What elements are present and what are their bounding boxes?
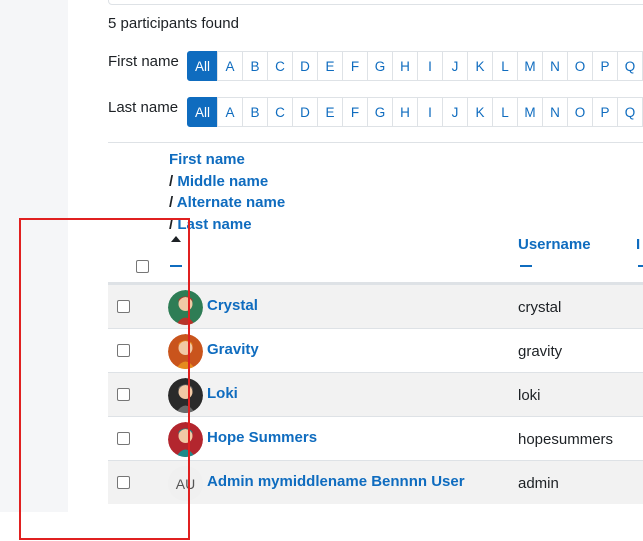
first-name-filter: First name All A B C D E F G H I J K L M N O P Q (108, 51, 643, 81)
participant-name-link[interactable]: Crystal (207, 297, 258, 314)
first-name-letter-c[interactable]: C (267, 51, 293, 81)
participant-username: hopesummers (518, 431, 614, 448)
last-name-letter-bar: All A B C D E F G H I J K L M N O P Q (187, 97, 643, 127)
first-name-letter-f[interactable]: F (342, 51, 368, 81)
last-name-letter-b[interactable]: B (242, 97, 268, 127)
first-name-letter-bar: All A B C D E F G H I J K L M N O P Q (187, 51, 643, 81)
first-name-letter-a[interactable]: A (217, 51, 243, 81)
last-name-letter-all[interactable]: All (187, 97, 218, 127)
hide-next-column-icon[interactable] (638, 265, 643, 267)
first-name-letter-j[interactable]: J (442, 51, 468, 81)
first-name-letter-o[interactable]: O (567, 51, 593, 81)
table-top-divider (108, 142, 643, 143)
participant-username: crystal (518, 299, 562, 316)
sort-first-name-link[interactable]: First name (169, 151, 245, 168)
first-name-letter-q[interactable]: Q (617, 51, 643, 81)
participant-name-link[interactable]: Loki (207, 385, 238, 402)
first-name-letter-l[interactable]: L (492, 51, 518, 81)
last-name-letter-k[interactable]: K (467, 97, 493, 127)
last-name-filter-label: Last name (108, 98, 179, 116)
first-name-letter-n[interactable]: N (542, 51, 568, 81)
last-name-letter-d[interactable]: D (292, 97, 318, 127)
participant-name-link[interactable]: Hope Summers (207, 429, 317, 446)
last-name-letter-l[interactable]: L (492, 97, 518, 127)
last-name-letter-m[interactable]: M (517, 97, 543, 127)
first-name-letter-h[interactable]: H (392, 51, 418, 81)
first-name-letter-k[interactable]: K (467, 51, 493, 81)
sort-alternate-name-link[interactable]: Alternate name (177, 194, 285, 211)
participant-username: admin (518, 475, 559, 492)
last-name-letter-g[interactable]: G (367, 97, 393, 127)
highlight-annotation-box (19, 218, 190, 540)
first-name-letter-d[interactable]: D (292, 51, 318, 81)
first-name-letter-m[interactable]: M (517, 51, 543, 81)
sort-middle-name-link[interactable]: Middle name (177, 173, 268, 190)
first-name-filter-label: First name (108, 52, 179, 70)
last-name-letter-j[interactable]: J (442, 97, 468, 127)
participants-count: 5 participants found (108, 15, 239, 32)
last-name-filter: Last name All A B C D E F G H I J K L M N O P Q (108, 97, 643, 127)
participant-name-link[interactable]: Admin mymiddlename Bennnn User (207, 473, 465, 490)
hide-username-column-icon[interactable] (520, 265, 532, 267)
participant-username: loki (518, 387, 541, 404)
first-name-letter-g[interactable]: G (367, 51, 393, 81)
last-name-letter-p[interactable]: P (592, 97, 618, 127)
participant-username: gravity (518, 343, 563, 360)
last-name-letter-n[interactable]: N (542, 97, 568, 127)
last-name-letter-f[interactable]: F (342, 97, 368, 127)
first-name-letter-e[interactable]: E (317, 51, 343, 81)
participant-name-link[interactable]: Gravity (207, 341, 259, 358)
last-name-letter-h[interactable]: H (392, 97, 418, 127)
last-name-letter-o[interactable]: O (567, 97, 593, 127)
first-name-letter-p[interactable]: P (592, 51, 618, 81)
first-name-letter-all[interactable]: All (187, 51, 218, 81)
last-name-letter-q[interactable]: Q (617, 97, 643, 127)
last-name-letter-c[interactable]: C (267, 97, 293, 127)
last-name-letter-a[interactable]: A (217, 97, 243, 127)
next-column-header[interactable]: I (636, 236, 640, 253)
search-box-edge[interactable] (108, 0, 643, 5)
last-name-letter-e[interactable]: E (317, 97, 343, 127)
last-name-letter-i[interactable]: I (417, 97, 443, 127)
sort-username-link[interactable]: Username (518, 236, 591, 253)
first-name-letter-i[interactable]: I (417, 51, 443, 81)
first-name-letter-b[interactable]: B (242, 51, 268, 81)
